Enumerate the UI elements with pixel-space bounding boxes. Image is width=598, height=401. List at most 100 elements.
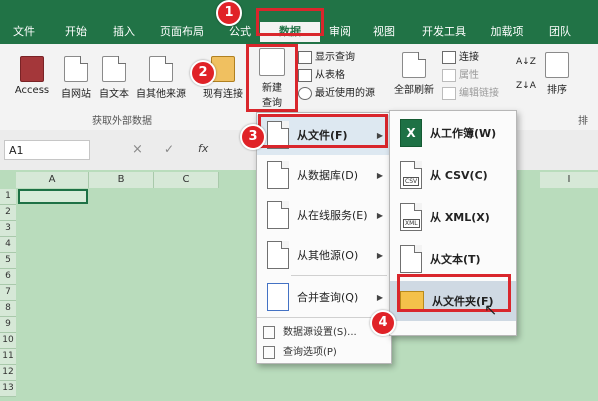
- connections-icon: [442, 50, 456, 64]
- column-header-a[interactable]: A: [16, 172, 89, 188]
- from-other-sources-label: 从其他源(O): [297, 249, 359, 262]
- access-label: Access: [14, 85, 50, 96]
- refresh-icon: [402, 52, 426, 78]
- sort-button[interactable]: 排序: [542, 52, 572, 96]
- show-queries-label: 显示查询: [315, 52, 355, 63]
- from-web-button[interactable]: 自网站: [58, 56, 94, 100]
- tab-developer[interactable]: 开发工具: [414, 22, 474, 42]
- mouse-cursor-icon: ↖: [484, 300, 498, 319]
- column-header-c[interactable]: C: [154, 172, 219, 188]
- menu-item-combine-queries[interactable]: 合并查询(Q) ▶: [257, 277, 391, 317]
- tab-view[interactable]: 视图: [366, 22, 402, 42]
- menu-item-from-workbook[interactable]: X 从工作簿(W): [390, 113, 516, 153]
- menu-item-from-csv[interactable]: CSV 从 CSV(C): [390, 155, 516, 195]
- cancel-icon[interactable]: ×: [132, 142, 143, 157]
- row-header[interactable]: 10: [0, 333, 16, 349]
- row-header[interactable]: 11: [0, 349, 16, 365]
- text-label: 自文本: [99, 89, 129, 100]
- row-header[interactable]: 8: [0, 301, 16, 317]
- row-header[interactable]: 12: [0, 365, 16, 381]
- tab-insert[interactable]: 插入: [104, 22, 144, 42]
- connections-label: 连接: [459, 52, 479, 63]
- sort-ascending-button[interactable]: A↓Z: [516, 54, 536, 70]
- submenu-arrow-icon: ▶: [376, 292, 383, 302]
- row-header[interactable]: 1: [0, 189, 16, 205]
- database-icon: [267, 161, 289, 189]
- menu-item-data-source-settings[interactable]: 数据源设置(S)...: [263, 323, 357, 339]
- cloud-icon: [267, 201, 289, 229]
- row-header[interactable]: 5: [0, 253, 16, 269]
- menu-item-from-text[interactable]: 从文本(T): [390, 239, 516, 279]
- existing-connections-label: 现有连接: [203, 89, 243, 100]
- submenu-arrow-icon: ▶: [376, 170, 383, 180]
- menu-item-query-options[interactable]: 查询选项(P): [263, 343, 337, 359]
- table-icon: [298, 68, 312, 82]
- selected-cell-a1[interactable]: [18, 189, 88, 204]
- text-file-icon: [102, 56, 126, 82]
- combine-queries-icon: [267, 283, 289, 311]
- other-sources-label: 自其他来源: [136, 89, 186, 100]
- tab-addins[interactable]: 加载项: [482, 22, 532, 42]
- step-badge-3: 3: [240, 124, 266, 150]
- connections-button[interactable]: 连接: [442, 50, 479, 66]
- web-label: 自网站: [61, 89, 91, 100]
- submenu-arrow-icon: ▶: [376, 250, 383, 260]
- column-header-i[interactable]: I: [540, 172, 598, 188]
- name-box[interactable]: A1: [4, 140, 90, 160]
- highlight-new-query: [246, 44, 298, 112]
- csv-file-icon: CSV: [400, 161, 422, 189]
- properties-button[interactable]: 属性: [442, 68, 479, 84]
- row-header[interactable]: 4: [0, 237, 16, 253]
- tab-team[interactable]: 团队: [540, 22, 580, 42]
- menu-item-from-other-sources[interactable]: 从其他源(O) ▶: [257, 235, 391, 275]
- column-header-b[interactable]: B: [89, 172, 154, 188]
- menu-item-from-database[interactable]: 从数据库(D) ▶: [257, 155, 391, 195]
- tab-file[interactable]: 文件: [6, 22, 42, 42]
- menu-item-from-online-services[interactable]: 从在线服务(E) ▶: [257, 195, 391, 235]
- sort-group-label: 排: [578, 116, 588, 127]
- refresh-all-button[interactable]: 全部刷新: [390, 52, 438, 96]
- step-badge-1: 1: [216, 0, 242, 26]
- from-other-sources-button[interactable]: 自其他来源: [134, 56, 188, 100]
- from-xml-label: 从 XML(X): [430, 211, 490, 224]
- access-icon: [20, 56, 44, 82]
- row-header[interactable]: 7: [0, 285, 16, 301]
- row-header[interactable]: 9: [0, 317, 16, 333]
- sort-descending-button[interactable]: Z↓A: [516, 78, 536, 94]
- other-source-icon: [267, 241, 289, 269]
- other-sources-icon: [149, 56, 173, 82]
- recent-sources-button[interactable]: 最近使用的源: [298, 86, 375, 102]
- from-text-button[interactable]: 自文本: [96, 56, 132, 100]
- clock-icon: [298, 86, 312, 100]
- row-header[interactable]: 13: [0, 381, 16, 397]
- recent-sources-label: 最近使用的源: [315, 88, 375, 99]
- edit-links-button[interactable]: 编辑链接: [442, 86, 499, 102]
- from-table-label: 从表格: [315, 70, 345, 81]
- properties-label: 属性: [459, 70, 479, 81]
- fx-icon[interactable]: fx: [198, 142, 208, 155]
- properties-icon: [442, 68, 456, 82]
- refresh-all-label: 全部刷新: [394, 85, 434, 96]
- from-table-button[interactable]: 从表格: [298, 68, 345, 84]
- tab-home[interactable]: 开始: [56, 22, 96, 42]
- submenu-arrow-icon: ▶: [376, 210, 383, 220]
- show-queries-button[interactable]: 显示查询: [298, 50, 355, 66]
- from-csv-label: 从 CSV(C): [430, 169, 488, 182]
- from-access-button[interactable]: Access: [8, 56, 56, 96]
- menu-item-from-xml[interactable]: XML 从 XML(X): [390, 197, 516, 237]
- step-badge-4: 4: [370, 310, 396, 336]
- query-options-icon: [263, 345, 275, 359]
- from-online-services-label: 从在线服务(E): [297, 209, 368, 222]
- csv-tag: CSV: [403, 177, 420, 186]
- tab-page-layout[interactable]: 页面布局: [152, 22, 212, 42]
- row-header[interactable]: 6: [0, 269, 16, 285]
- web-icon: [64, 56, 88, 82]
- row-header[interactable]: 3: [0, 221, 16, 237]
- step-badge-2: 2: [190, 60, 216, 86]
- get-external-data-group-label: 获取外部数据: [92, 116, 152, 127]
- row-header[interactable]: 2: [0, 205, 16, 221]
- from-database-label: 从数据库(D): [297, 169, 359, 182]
- from-text-label: 从文本(T): [430, 253, 481, 266]
- tab-review[interactable]: 审阅: [322, 22, 358, 42]
- enter-icon[interactable]: ✓: [164, 142, 174, 156]
